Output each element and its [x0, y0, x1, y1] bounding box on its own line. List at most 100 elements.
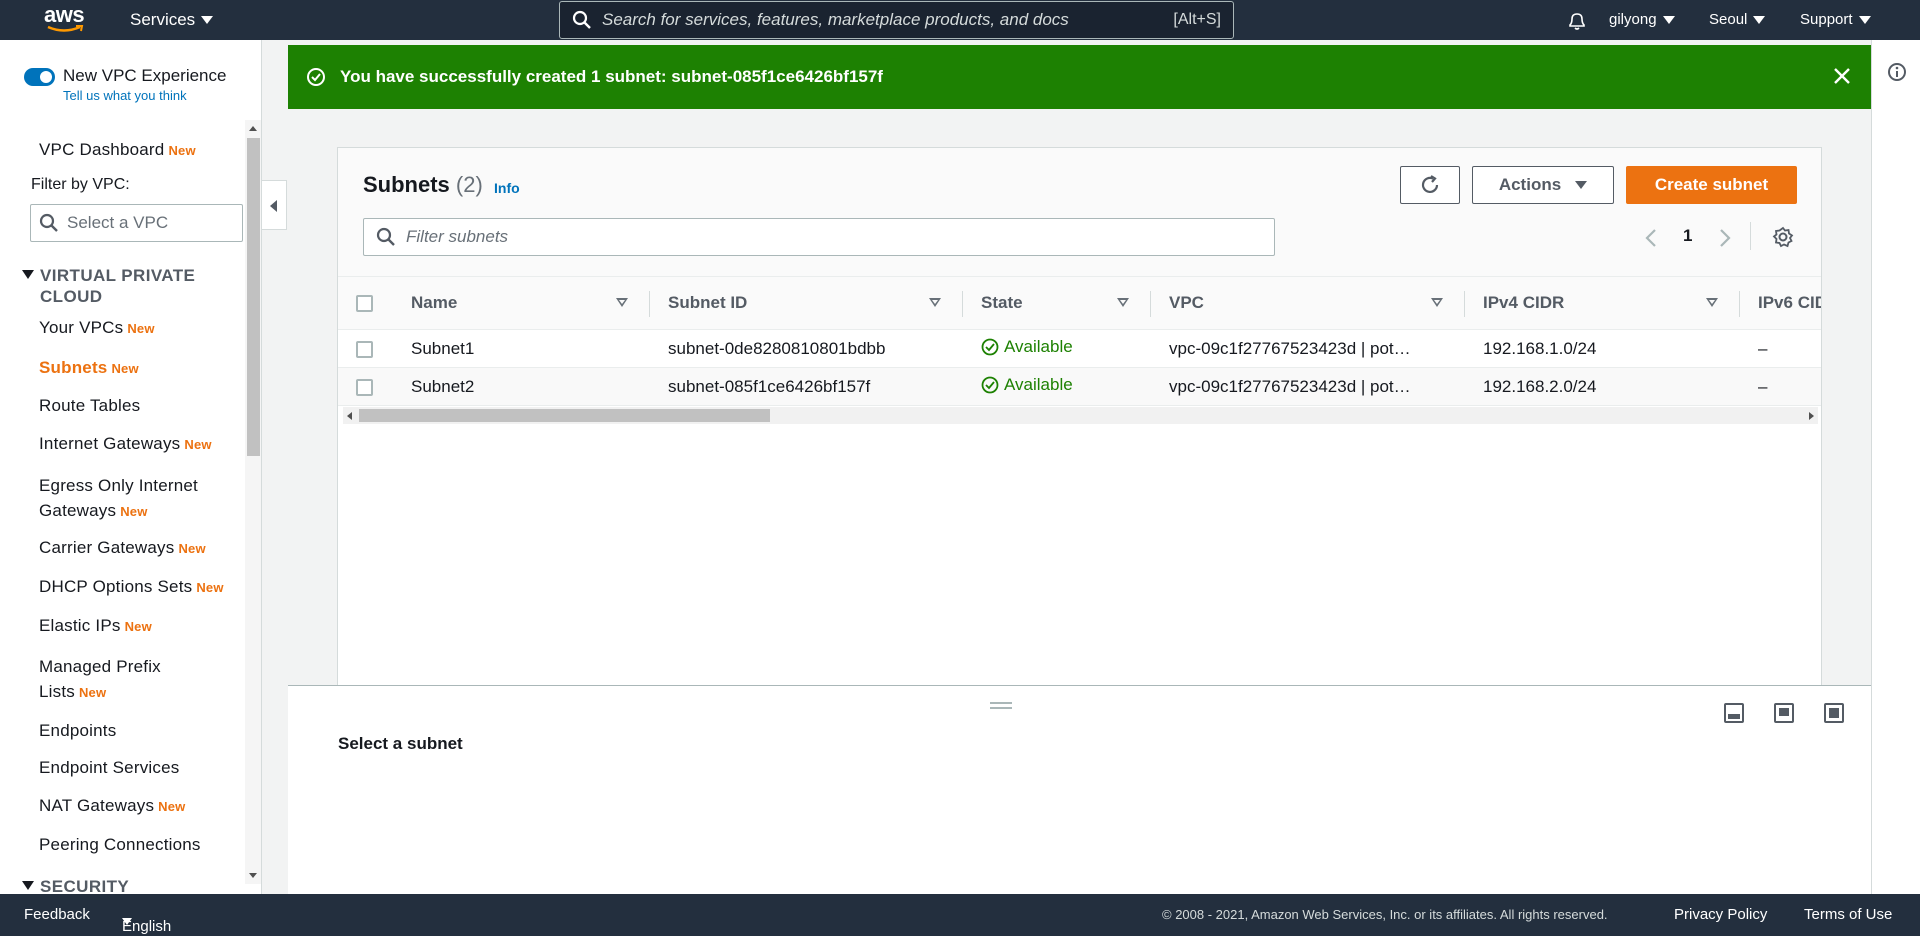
table-horizontal-scrollbar[interactable]	[343, 407, 1818, 424]
search-icon	[39, 213, 58, 232]
sidebar-item-label: Managed Prefix	[39, 657, 161, 676]
sidebar-scrollbar[interactable]	[245, 120, 261, 884]
state-label: Available	[1004, 336, 1073, 356]
info-icon[interactable]	[1887, 62, 1907, 82]
region-menu[interactable]: Seoul	[1709, 11, 1766, 28]
scrollbar-thumb[interactable]	[247, 138, 260, 456]
aws-logo[interactable]: aws	[44, 4, 90, 34]
vpc-link[interactable]: vpc-09c1f27767523423d | pot…	[1151, 367, 1465, 406]
panel-side-icon[interactable]	[1774, 703, 1794, 723]
sidebar-item-elastic-ips[interactable]: Elastic IPs New	[39, 616, 152, 636]
new-vpc-experience-toggle-row: New VPC Experience Tell us what you thin…	[24, 66, 226, 103]
search-icon	[376, 227, 395, 246]
terms-of-use-link[interactable]: Terms of Use	[1804, 906, 1892, 923]
scroll-left-arrow-icon[interactable]	[347, 412, 352, 420]
info-link[interactable]: Info	[494, 180, 520, 196]
panel-full-icon[interactable]	[1824, 703, 1844, 723]
create-subnet-button[interactable]: Create subnet	[1626, 166, 1797, 204]
column-header-ipv6-cidr[interactable]: IPv6 CIDR	[1740, 276, 1821, 330]
services-menu[interactable]: Services	[130, 10, 214, 30]
sidebar-item-endpoint-services[interactable]: Endpoint Services	[39, 758, 179, 778]
search-shortcut: [Alt+S]	[1173, 11, 1221, 28]
support-menu[interactable]: Support	[1800, 11, 1871, 28]
sidebar-item-label: Endpoint Services	[39, 758, 180, 777]
divider	[1750, 222, 1751, 250]
filter-by-vpc-label: Filter by VPC:	[31, 176, 130, 193]
new-badge: New	[158, 799, 186, 814]
section-virtual-private-cloud[interactable]: VIRTUAL PRIVATE CLOUD	[22, 265, 230, 307]
toggle-label: New VPC Experience	[63, 66, 227, 85]
resize-handle[interactable]	[990, 702, 1012, 709]
sidebar-item-managed-prefix-lists[interactable]: Managed Prefix Lists New	[39, 654, 161, 705]
table-row[interactable]: Subnet2 subnet-085f1ce6426bf157f Availab…	[338, 367, 1821, 406]
sort-icon[interactable]	[1431, 298, 1443, 307]
gear-icon[interactable]	[1772, 226, 1794, 248]
column-header-vpc[interactable]: VPC	[1151, 276, 1465, 330]
new-vpc-experience-toggle[interactable]	[24, 68, 55, 86]
select-all-checkbox[interactable]	[356, 295, 373, 313]
scroll-right-arrow-icon[interactable]	[1809, 412, 1814, 420]
refresh-button[interactable]	[1400, 166, 1460, 204]
vpc-link[interactable]: vpc-09c1f27767523423d | pot…	[1151, 329, 1465, 368]
column-header-ipv4-cidr[interactable]: IPv4 CIDR	[1465, 276, 1740, 330]
sort-icon[interactable]	[1706, 298, 1718, 307]
collapse-sidebar-button[interactable]	[262, 180, 287, 230]
sidebar-item-label: DHCP Options Sets	[39, 577, 193, 596]
row-checkbox[interactable]	[356, 340, 373, 358]
feedback-link[interactable]: Tell us what you think	[63, 88, 226, 103]
cell-ipv6-cidr: –	[1740, 367, 1821, 406]
table-row[interactable]: Subnet1 subnet-0de8280810801bdbb Availab…	[338, 329, 1821, 368]
sidebar-item-peering-connections[interactable]: Peering Connections	[39, 835, 201, 855]
sidebar-item-subnets[interactable]: Subnets New	[39, 358, 139, 378]
state-label: Available	[1004, 374, 1073, 394]
row-checkbox[interactable]	[356, 378, 373, 396]
privacy-policy-link[interactable]: Privacy Policy	[1674, 906, 1767, 923]
sidebar-item-label: Your VPCs	[39, 318, 124, 337]
scroll-down-arrow-icon[interactable]	[249, 873, 257, 878]
current-page-number[interactable]: 1	[1683, 226, 1692, 246]
column-header-subnet-id[interactable]: Subnet ID	[650, 276, 963, 330]
sidebar-item-your-vpcs[interactable]: Your VPCs New	[39, 318, 155, 338]
sort-icon[interactable]	[616, 298, 628, 307]
next-page-icon[interactable]	[1718, 228, 1732, 248]
filter-subnets-input[interactable]: Filter subnets	[363, 218, 1275, 256]
actions-dropdown[interactable]: Actions	[1472, 166, 1614, 204]
user-menu[interactable]: gilyong	[1609, 11, 1675, 28]
subnet-count: (2)	[455, 172, 483, 197]
search-icon	[572, 10, 591, 29]
panel-bottom-icon[interactable]	[1724, 703, 1744, 723]
sidebar-item-route-tables[interactable]: Route Tables	[39, 396, 140, 416]
sort-icon[interactable]	[1117, 298, 1129, 307]
sidebar-item-nat-gateways[interactable]: NAT Gateways New	[39, 796, 186, 816]
sidebar-item-vpc-dashboard[interactable]: VPC Dashboard New	[39, 140, 196, 160]
table-header-row: Name Subnet ID State VPC IPv4 CIDR IPv6 …	[338, 276, 1821, 330]
new-badge: New	[78, 685, 107, 700]
vpc-filter-select[interactable]: Select a VPC	[30, 204, 243, 242]
sidebar-item-internet-gateways[interactable]: Internet Gateways New	[39, 434, 212, 454]
sidebar-item-carrier-gateways[interactable]: Carrier Gateways New	[39, 538, 206, 558]
new-badge: New	[127, 321, 155, 336]
scroll-up-arrow-icon[interactable]	[249, 126, 257, 131]
sidebar-item-endpoints[interactable]: Endpoints	[39, 721, 116, 741]
sidebar-item-label: Internet Gateways	[39, 434, 181, 453]
column-header-name[interactable]: Name	[393, 276, 650, 330]
sidebar-item-dhcp-options-sets[interactable]: DHCP Options Sets New	[39, 577, 224, 597]
scrollbar-thumb[interactable]	[359, 409, 770, 422]
user-name: gilyong	[1609, 11, 1657, 28]
subnet-id-link[interactable]: subnet-0de8280810801bdbb	[650, 329, 963, 368]
sidebar-item-label: VPC Dashboard	[39, 140, 165, 159]
sort-icon[interactable]	[929, 298, 941, 307]
subnet-id-link[interactable]: subnet-085f1ce6426bf157f	[650, 367, 963, 406]
close-icon[interactable]	[1833, 67, 1851, 85]
feedback-link[interactable]: Feedback	[24, 906, 90, 923]
cell-name: Subnet1	[393, 329, 650, 368]
section-security[interactable]: SECURITY	[22, 876, 129, 894]
check-circle-icon	[981, 338, 999, 355]
sidebar-item-label: Endpoints	[39, 721, 117, 740]
new-badge: New	[120, 504, 148, 519]
sidebar-item-egress-only-internet-gateways[interactable]: Egress Only Internet Gateways New	[39, 473, 198, 524]
notifications-button[interactable]	[1566, 11, 1588, 31]
previous-page-icon[interactable]	[1644, 228, 1658, 248]
column-header-state[interactable]: State	[963, 276, 1151, 330]
global-search-input[interactable]: Search for services, features, marketpla…	[559, 1, 1234, 39]
